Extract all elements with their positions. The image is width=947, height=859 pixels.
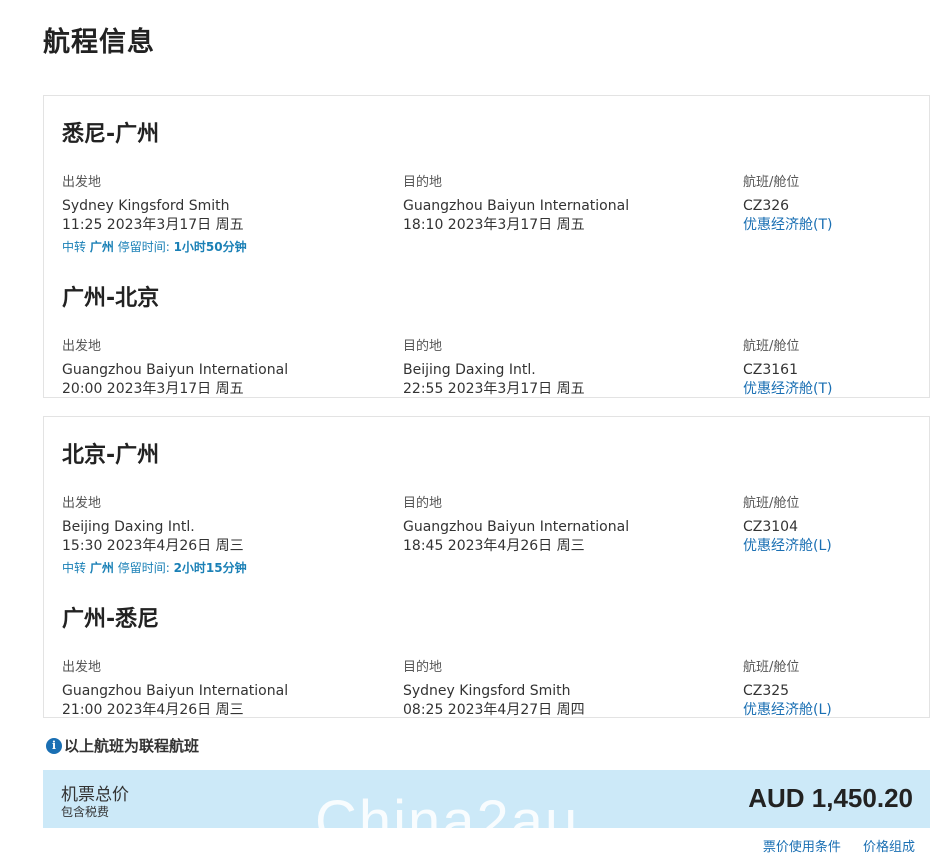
- total-price-value: AUD 1,450.20: [748, 783, 913, 813]
- arrival-airport: Guangzhou Baiyun International: [403, 198, 630, 214]
- watermark: China2au: [315, 789, 580, 828]
- transfer-stay-label: 停留时间:: [117, 561, 170, 575]
- arrival-column: 目的地 Beijing Daxing Intl. 22:55 2023年3月17…: [403, 338, 585, 399]
- route-title: 悉尼-广州: [62, 122, 160, 147]
- flight-segment: 广州-北京 出发地 Guangzhou Baiyun International…: [62, 280, 922, 397]
- departure-airport: Guangzhou Baiyun International: [62, 683, 289, 699]
- flight-label: 航班/舱位: [743, 175, 800, 190]
- cabin-class-link[interactable]: 优惠经济舱(T): [743, 216, 832, 235]
- flight-label: 航班/舱位: [743, 496, 800, 511]
- flight-segment: 悉尼-广州 出发地 Sydney Kingsford Smith 11:25 2…: [62, 116, 922, 233]
- route-title: 北京-广州: [62, 443, 160, 468]
- trip-card-return: 北京-广州 出发地 Beijing Daxing Intl. 15:30 202…: [43, 416, 930, 718]
- info-icon: i: [46, 737, 62, 754]
- transfer-duration: 1小时50分钟: [173, 240, 247, 254]
- transfer-city: 广州: [89, 240, 114, 254]
- route-title: 广州-北京: [62, 286, 160, 311]
- transfer-city: 广州: [89, 561, 114, 575]
- flight-label: 航班/舱位: [743, 660, 800, 675]
- arrival-time: 22:55 2023年3月17日 周五: [403, 381, 585, 397]
- flight-column: 航班/舱位 CZ326 优惠经济舱(T): [743, 174, 832, 235]
- departure-column: 出发地 Guangzhou Baiyun International 21:00…: [62, 659, 288, 720]
- arrival-time: 18:45 2023年4月26日 周三: [403, 538, 585, 554]
- departure-label: 出发地: [62, 496, 102, 511]
- transfer-info: 中转 广州 停留时间: 1小时50分钟: [62, 238, 247, 255]
- arrival-airport: Sydney Kingsford Smith: [403, 683, 571, 699]
- cabin-class-link[interactable]: 优惠经济舱(L): [743, 701, 832, 720]
- departure-time: 21:00 2023年4月26日 周三: [62, 702, 244, 718]
- arrival-label: 目的地: [403, 660, 443, 675]
- connecting-flight-note-text: 以上航班为联程航班: [64, 737, 200, 755]
- connecting-flight-note: i 以上航班为联程航班: [46, 735, 199, 756]
- departure-time: 11:25 2023年3月17日 周五: [62, 217, 244, 233]
- departure-label: 出发地: [62, 175, 102, 190]
- tax-included-label: 包含税费: [61, 805, 110, 819]
- arrival-column: 目的地 Sydney Kingsford Smith 08:25 2023年4月…: [403, 659, 585, 720]
- flight-segment: 北京-广州 出发地 Beijing Daxing Intl. 15:30 202…: [62, 437, 922, 554]
- departure-time: 15:30 2023年4月26日 周三: [62, 538, 244, 554]
- flight-number: CZ325: [743, 683, 790, 699]
- route-title: 广州-悉尼: [62, 607, 160, 632]
- flight-label: 航班/舱位: [743, 339, 800, 354]
- arrival-label: 目的地: [403, 175, 443, 190]
- total-price-bar: China2au 机票总价 包含税费 AUD 1,450.20: [43, 770, 930, 828]
- flight-number: CZ3104: [743, 519, 798, 535]
- departure-airport: Beijing Daxing Intl.: [62, 519, 195, 535]
- departure-label: 出发地: [62, 339, 102, 354]
- departure-airport: Sydney Kingsford Smith: [62, 198, 230, 214]
- fare-terms-link[interactable]: 票价使用条件: [763, 840, 841, 855]
- cabin-class-link[interactable]: 优惠经济舱(T): [743, 380, 832, 399]
- departure-column: 出发地 Sydney Kingsford Smith 11:25 2023年3月…: [62, 174, 244, 235]
- flight-number: CZ3161: [743, 362, 798, 378]
- arrival-time: 08:25 2023年4月27日 周四: [403, 702, 585, 718]
- cabin-class-link[interactable]: 优惠经济舱(L): [743, 537, 832, 556]
- footer-links: 票价使用条件 价格组成: [745, 836, 915, 855]
- flight-number: CZ326: [743, 198, 790, 214]
- transfer-prefix: 中转: [62, 561, 87, 575]
- arrival-column: 目的地 Guangzhou Baiyun International 18:10…: [403, 174, 629, 235]
- transfer-duration: 2小时15分钟: [173, 561, 247, 575]
- flight-column: 航班/舱位 CZ325 优惠经济舱(L): [743, 659, 832, 720]
- arrival-time: 18:10 2023年3月17日 周五: [403, 217, 585, 233]
- departure-time: 20:00 2023年3月17日 周五: [62, 381, 244, 397]
- flight-column: 航班/舱位 CZ3161 优惠经济舱(T): [743, 338, 832, 399]
- transfer-prefix: 中转: [62, 240, 87, 254]
- page-title: 航程信息: [43, 27, 155, 58]
- flight-segment: 广州-悉尼 出发地 Guangzhou Baiyun International…: [62, 601, 922, 718]
- transfer-info: 中转 广州 停留时间: 2小时15分钟: [62, 559, 247, 576]
- price-breakdown-link[interactable]: 价格组成: [863, 840, 915, 855]
- arrival-label: 目的地: [403, 496, 443, 511]
- flight-column: 航班/舱位 CZ3104 优惠经济舱(L): [743, 495, 832, 556]
- transfer-stay-label: 停留时间:: [117, 240, 170, 254]
- departure-label: 出发地: [62, 660, 102, 675]
- arrival-airport: Beijing Daxing Intl.: [403, 362, 536, 378]
- departure-airport: Guangzhou Baiyun International: [62, 362, 289, 378]
- arrival-airport: Guangzhou Baiyun International: [403, 519, 630, 535]
- departure-column: 出发地 Guangzhou Baiyun International 20:00…: [62, 338, 288, 399]
- total-price-label: 机票总价: [61, 785, 129, 805]
- arrival-label: 目的地: [403, 339, 443, 354]
- trip-card-outbound: 悉尼-广州 出发地 Sydney Kingsford Smith 11:25 2…: [43, 95, 930, 398]
- arrival-column: 目的地 Guangzhou Baiyun International 18:45…: [403, 495, 629, 556]
- departure-column: 出发地 Beijing Daxing Intl. 15:30 2023年4月26…: [62, 495, 244, 556]
